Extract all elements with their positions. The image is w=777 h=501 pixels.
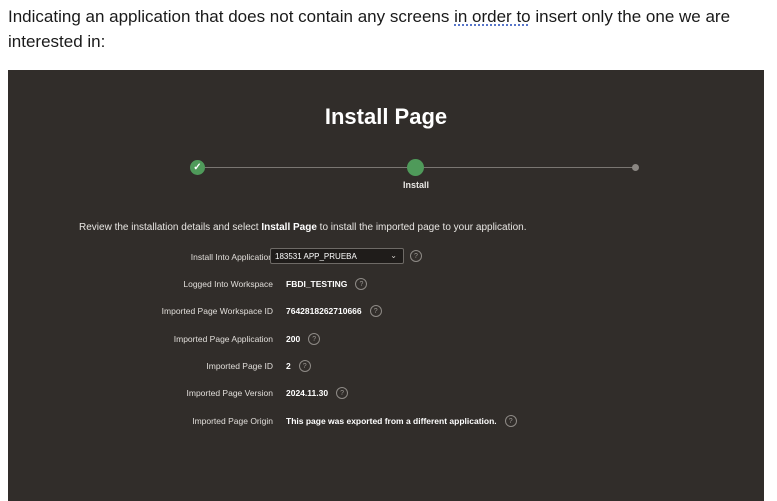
row-logged-into-workspace: Logged Into Workspace FBDI_TESTING? bbox=[8, 276, 764, 292]
chevron-down-icon: ⌄ bbox=[390, 251, 397, 260]
imported-page-application-value-group: 200? bbox=[286, 333, 321, 345]
imported-page-id-label: Imported Page ID bbox=[206, 361, 273, 371]
wizard-step-next bbox=[632, 164, 639, 171]
row-imported-page-workspace-id: Imported Page Workspace ID 7642818262710… bbox=[8, 303, 764, 319]
imported-page-version-value: 2024.11.30 bbox=[286, 388, 329, 398]
imported-page-origin-value: This page was exported from a different … bbox=[286, 416, 497, 426]
help-icon[interactable]: ? bbox=[355, 278, 368, 290]
wizard-step-current bbox=[407, 159, 424, 176]
intro-text-after: to install the imported page to your app… bbox=[316, 222, 527, 233]
install-into-application-select[interactable]: 183531 APP_PRUEBA ⌄ bbox=[270, 248, 404, 264]
wizard-step-completed: ✓ bbox=[190, 160, 205, 175]
row-imported-page-version: Imported Page Version 2024.11.30? bbox=[8, 385, 764, 401]
row-imported-page-origin: Imported Page Origin This page was expor… bbox=[8, 413, 764, 429]
logged-into-workspace-value-group: FBDI_TESTING? bbox=[286, 278, 368, 290]
document-paragraph: Indicating an application that does not … bbox=[8, 4, 773, 54]
row-install-into-application: Install Into Application 183531 APP_PRUE… bbox=[8, 248, 764, 265]
imported-page-workspace-id-label: Imported Page Workspace ID bbox=[161, 306, 273, 316]
install-page-screenshot: Install Page ✓ Install Review the instal… bbox=[8, 70, 764, 501]
page-title: Install Page bbox=[324, 104, 448, 129]
install-into-application-label: Install Into Application bbox=[190, 252, 273, 262]
imported-page-application-value: 200 bbox=[286, 334, 301, 344]
check-icon: ✓ bbox=[193, 161, 202, 173]
wizard-step-current-label: Install bbox=[402, 180, 429, 190]
help-icon[interactable]: ? bbox=[308, 333, 321, 345]
intro-text-bold: Install Page bbox=[261, 222, 317, 233]
help-icon[interactable]: ? bbox=[336, 387, 349, 399]
intro-text-before: Review the installation details and sele… bbox=[79, 222, 262, 233]
row-imported-page-application: Imported Page Application 200? bbox=[8, 331, 764, 347]
logged-into-workspace-value: FBDI_TESTING bbox=[286, 279, 348, 289]
imported-page-version-label: Imported Page Version bbox=[186, 388, 273, 398]
imported-page-id-value-group: 2? bbox=[286, 360, 311, 372]
help-icon[interactable]: ? bbox=[369, 305, 382, 317]
document-text-before: Indicating an application that does not … bbox=[8, 7, 455, 26]
help-icon[interactable]: ? bbox=[504, 415, 517, 427]
install-into-application-value: 183531 APP_PRUEBA bbox=[275, 251, 357, 261]
imported-page-version-value-group: 2024.11.30? bbox=[286, 387, 349, 399]
imported-page-workspace-id-value-group: 7642818262710666? bbox=[286, 305, 382, 317]
imported-page-application-label: Imported Page Application bbox=[173, 334, 273, 344]
imported-page-origin-label: Imported Page Origin bbox=[192, 416, 273, 426]
help-icon[interactable]: ? bbox=[298, 360, 311, 372]
intro-text: Review the installation details and sele… bbox=[79, 222, 526, 233]
logged-into-workspace-label: Logged Into Workspace bbox=[183, 279, 273, 289]
document-text-underlined: in order to bbox=[454, 7, 531, 26]
row-imported-page-id: Imported Page ID 2? bbox=[8, 358, 764, 374]
help-icon[interactable]: ? bbox=[410, 250, 422, 262]
imported-page-workspace-id-value: 7642818262710666 bbox=[286, 306, 362, 316]
imported-page-origin-value-group: This page was exported from a different … bbox=[286, 415, 517, 427]
imported-page-id-value: 2 bbox=[286, 361, 291, 371]
